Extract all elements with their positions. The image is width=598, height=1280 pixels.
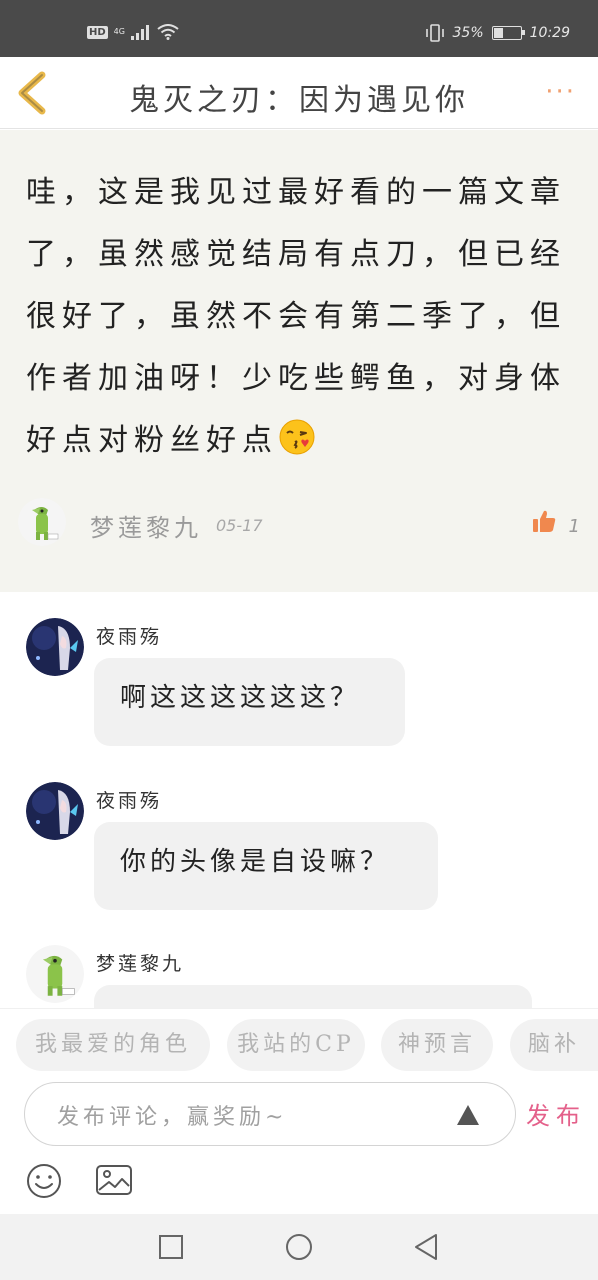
suggestion-bar: 我最爱的角色 我站的CP 神预言 脑补 — [0, 1008, 598, 1078]
thumbs-up-icon — [532, 510, 555, 532]
avatar[interactable] — [26, 945, 84, 1003]
status-bar: HD 4G 35% 10:29 — [0, 0, 598, 57]
publish-button[interactable]: 发布 — [526, 1096, 586, 1131]
author-name[interactable]: 梦莲黎九 — [90, 508, 202, 543]
chevron-left-icon — [18, 71, 46, 115]
status-left: HD 4G — [87, 24, 179, 40]
vibrate-icon — [425, 24, 444, 42]
suggestion-chip[interactable]: 我站的CP — [227, 1019, 365, 1071]
reply-item: 夜雨殇 你的头像是自设嘛？ — [0, 782, 598, 912]
app-header: 鬼灭之刃：因为遇见你 ··· — [0, 57, 598, 129]
reply-author[interactable]: 夜雨殇 — [96, 786, 162, 813]
image-icon[interactable] — [95, 1162, 133, 1200]
triangle-up-icon[interactable] — [455, 1103, 481, 1127]
main-comment-author-row: 梦莲黎九 05-17 1 — [18, 498, 580, 548]
clock: 10:29 — [529, 25, 570, 41]
reply-author[interactable]: 夜雨殇 — [96, 622, 162, 649]
back-button[interactable] — [14, 71, 54, 115]
more-button[interactable]: ··· — [545, 77, 576, 107]
main-comment: 哇，这是我见过最好看的一篇文章了，虽然感觉结局有点刀，但已经很好了，虽然不会有第… — [0, 130, 598, 592]
hd-badge: HD — [87, 25, 108, 39]
comment-input[interactable]: 发布评论，赢奖励~ — [24, 1082, 516, 1146]
main-comment-body: 哇，这是我见过最好看的一篇文章了，虽然感觉结局有点刀，但已经很好了，虽然不会有第… — [26, 175, 566, 458]
status-right: 35% 10:29 — [425, 24, 570, 42]
anime-girl-avatar-icon — [26, 782, 84, 840]
like-button[interactable]: 1 — [531, 508, 580, 537]
wifi-icon — [157, 24, 179, 40]
comment-input-placeholder: 发布评论，赢奖励~ — [57, 1105, 288, 1130]
reply-author[interactable]: 梦莲黎九 — [96, 949, 184, 976]
battery-fill — [493, 28, 504, 38]
system-nav-bar — [0, 1214, 598, 1280]
kissing-heart-emoji-icon — [279, 419, 315, 455]
avatar[interactable] — [26, 618, 84, 676]
reply-bubble[interactable] — [94, 985, 532, 1008]
avatar[interactable] — [26, 782, 84, 840]
suggestion-chip[interactable]: 脑补 — [510, 1019, 598, 1071]
page-title: 鬼灭之刃：因为遇见你 — [129, 83, 469, 118]
crocodile-avatar-icon — [18, 498, 66, 546]
crocodile-avatar-icon — [26, 945, 84, 1003]
reply-bubble[interactable]: 啊这这这这这这？ — [94, 658, 405, 746]
main-comment-text: 哇，这是我见过最好看的一篇文章了，虽然感觉结局有点刀，但已经很好了，虽然不会有第… — [26, 162, 571, 472]
reply-item: 夜雨殇 啊这这这这这这？ — [0, 618, 598, 748]
battery-icon — [491, 26, 525, 40]
like-count: 1 — [568, 516, 580, 537]
reply-item: 梦莲黎九 — [0, 945, 598, 1008]
anime-girl-avatar-icon — [26, 618, 84, 676]
square-recent-apps-icon[interactable] — [157, 1233, 185, 1261]
circle-home-icon[interactable] — [285, 1233, 313, 1261]
triangle-back-icon[interactable] — [412, 1233, 440, 1261]
suggestion-chip[interactable]: 神预言 — [381, 1019, 493, 1071]
reply-bubble[interactable]: 你的头像是自设嘛？ — [94, 822, 438, 910]
battery-percent: 35% — [452, 25, 484, 41]
network-type: 4G — [113, 27, 125, 36]
emoji-smile-icon[interactable] — [25, 1162, 63, 1200]
comment-date: 05-17 — [216, 516, 263, 535]
avatar[interactable] — [18, 498, 66, 546]
signal-icon — [130, 25, 149, 40]
suggestion-chip[interactable]: 我最爱的角色 — [16, 1019, 210, 1071]
